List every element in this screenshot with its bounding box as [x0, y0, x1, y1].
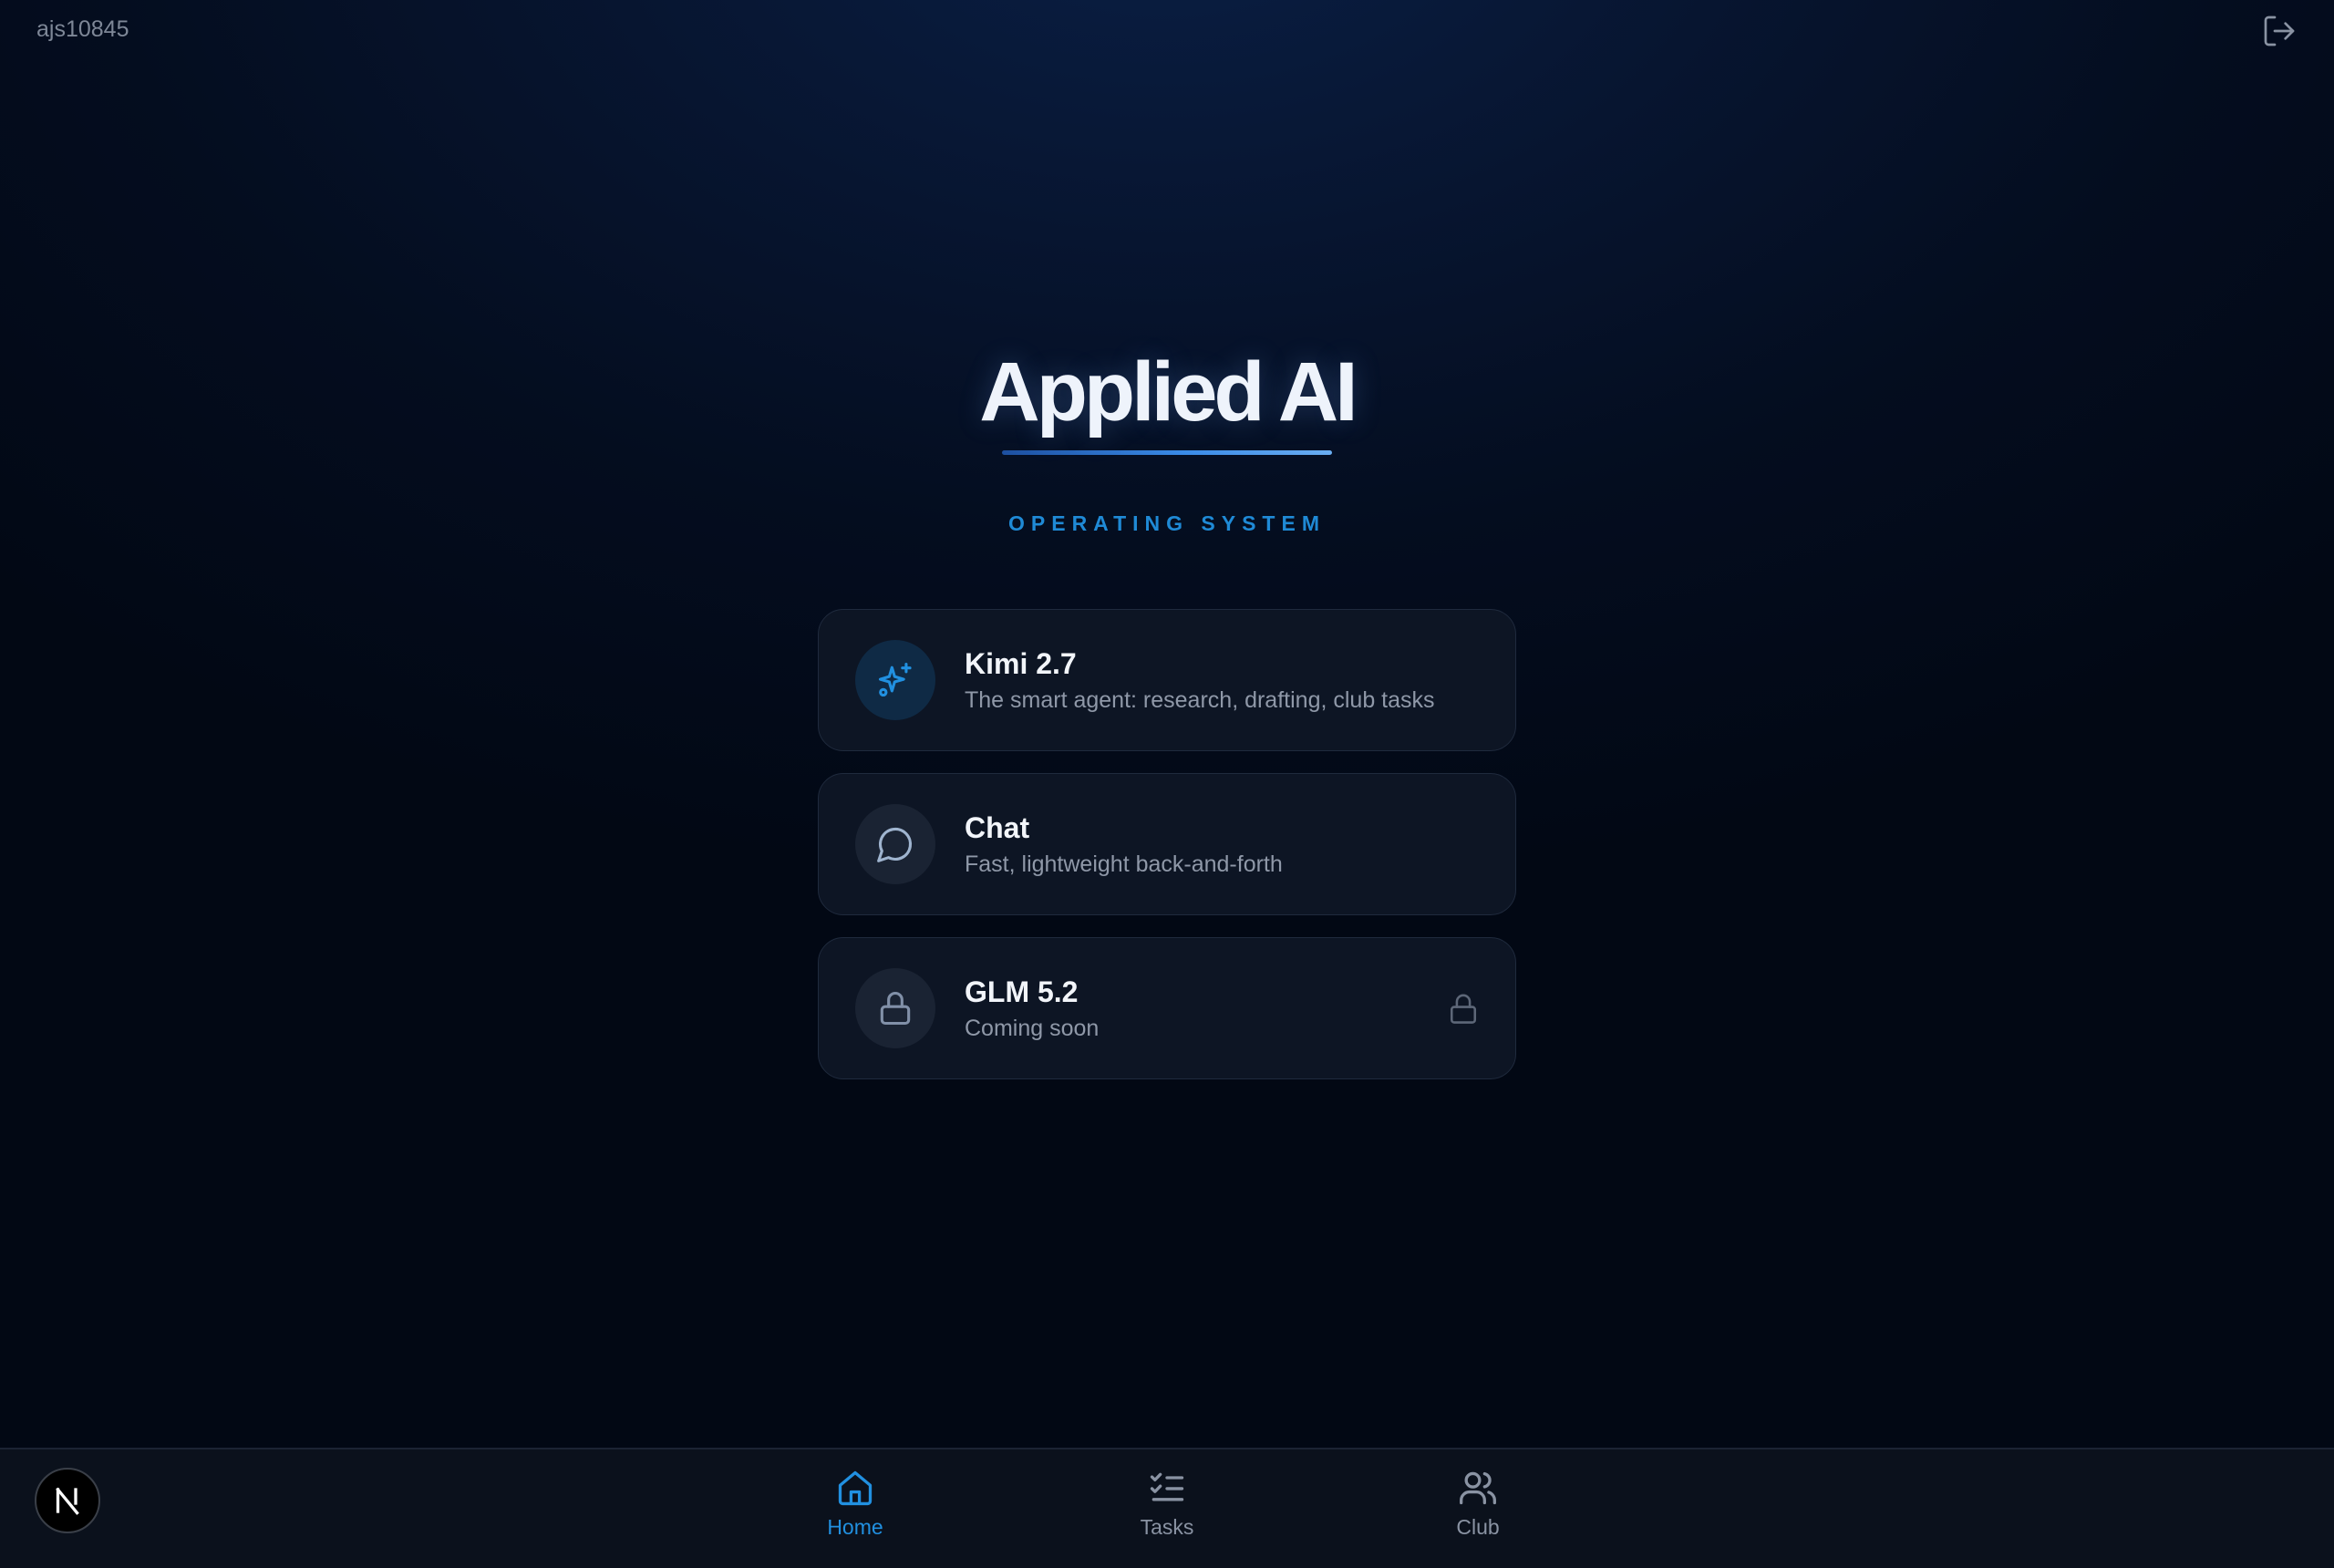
card-description: The smart agent: research, drafting, clu…: [965, 687, 1435, 713]
card-title: Chat: [965, 811, 1030, 844]
lock-icon: [1450, 994, 1477, 1024]
home-icon: [838, 1470, 873, 1506]
logout-button[interactable]: [2261, 13, 2298, 49]
bottom-nav-bar: Home Tasks Club: [0, 1448, 2334, 1568]
card-title: GLM 5.2: [965, 975, 1079, 1008]
app-title: Applied AI: [979, 346, 1358, 438]
title-underline: [1002, 450, 1332, 455]
nav-label: Tasks: [1140, 1515, 1194, 1539]
nav-home[interactable]: Home: [782, 1468, 928, 1540]
lock-icon: [880, 992, 911, 1026]
card-icon-badge: [855, 640, 935, 720]
nav-club[interactable]: Club: [1405, 1468, 1551, 1540]
message-circle-icon: [877, 827, 913, 862]
nav-label: Home: [827, 1515, 883, 1539]
nav-label: Club: [1456, 1515, 1500, 1539]
card-icon-badge: [855, 804, 935, 884]
list-checks-icon: [1150, 1472, 1184, 1501]
card-title: Kimi 2.7: [965, 647, 1077, 680]
model-card-list: Kimi 2.7 The smart agent: research, draf…: [818, 609, 1516, 1101]
model-card-chat[interactable]: Chat Fast, lightweight back-and-forth: [818, 773, 1516, 915]
username-label: ajs10845: [36, 16, 129, 42]
users-icon: [1460, 1471, 1496, 1505]
nav-tasks[interactable]: Tasks: [1094, 1468, 1240, 1540]
log-out-icon: [2264, 15, 2295, 46]
model-card-glm[interactable]: GLM 5.2 Coming soon: [818, 937, 1516, 1079]
n-logo-icon: [56, 1487, 79, 1515]
sparkles-icon: [878, 663, 912, 697]
model-card-kimi[interactable]: Kimi 2.7 The smart agent: research, draf…: [818, 609, 1516, 751]
locked-indicator: [1448, 991, 1479, 1026]
app-subtitle: OPERATING SYSTEM: [1008, 511, 1326, 535]
n-logo-button[interactable]: [35, 1468, 100, 1533]
card-description: Fast, lightweight back-and-forth: [965, 851, 1283, 877]
card-description: Coming soon: [965, 1016, 1100, 1041]
card-icon-badge: [855, 968, 935, 1048]
hero-section: Applied AI OPERATING SYSTEM: [0, 337, 2334, 536]
